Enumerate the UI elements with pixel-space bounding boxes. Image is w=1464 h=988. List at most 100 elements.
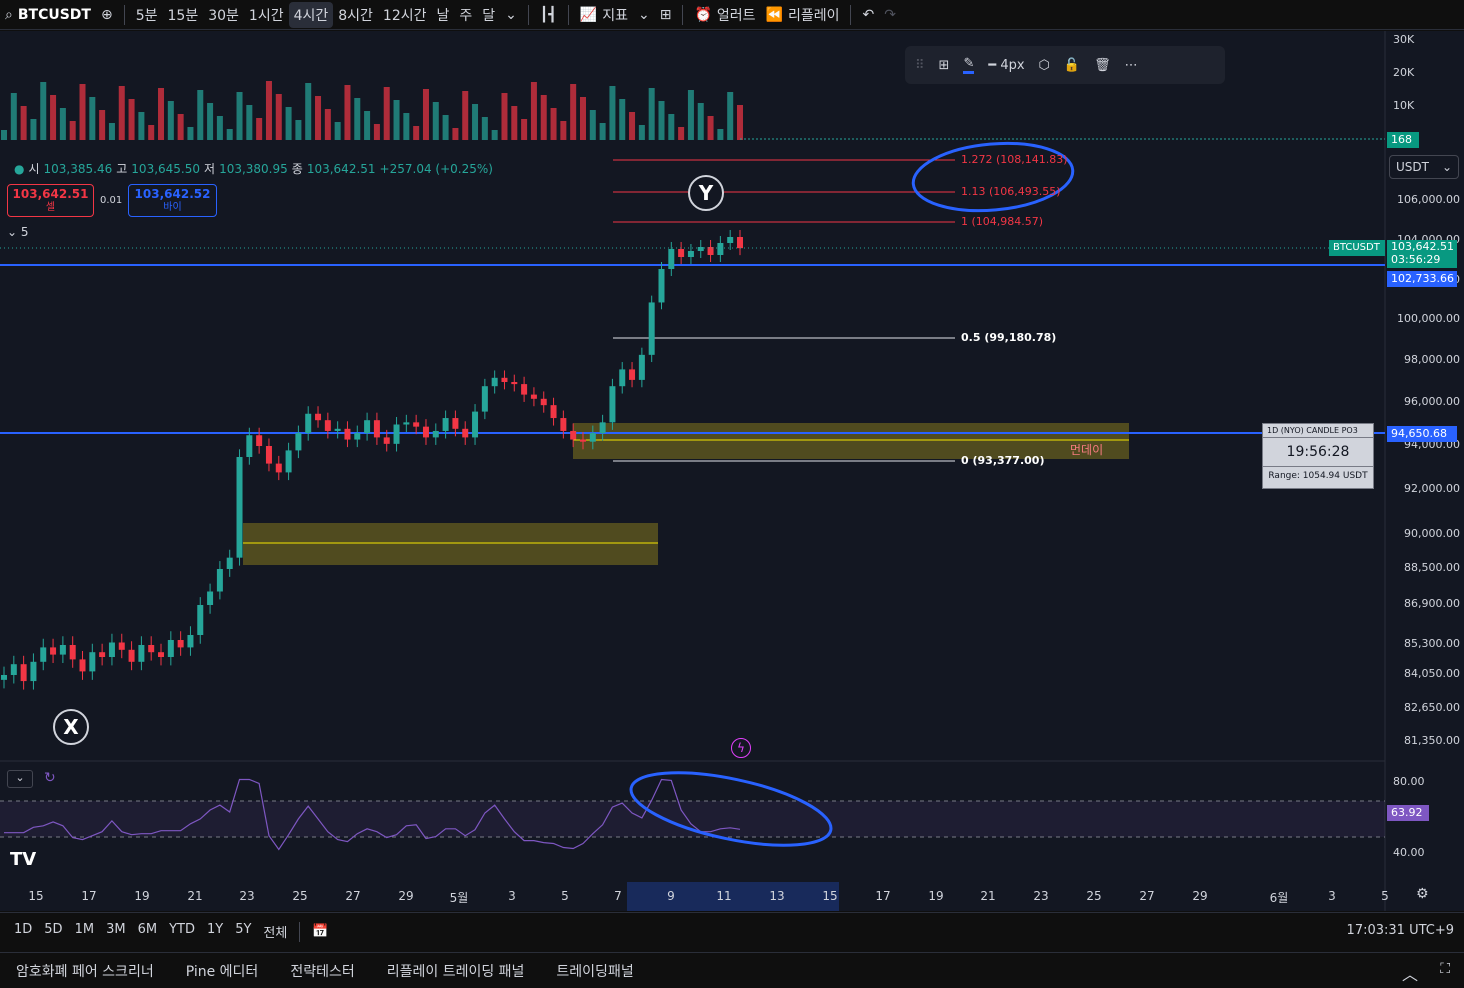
range-button[interactable]: 5D — [38, 922, 68, 941]
candle[interactable] — [158, 652, 165, 657]
symbol-search[interactable]: ⌕ BTCUSDT — [0, 4, 96, 26]
templates-icon[interactable]: ⊞ — [939, 58, 950, 73]
interval-button[interactable]: 4시간 — [288, 1, 334, 28]
wave-label-y[interactable]: Y — [688, 175, 724, 211]
candle[interactable] — [629, 369, 636, 380]
candle[interactable] — [236, 457, 243, 558]
candle[interactable] — [20, 664, 27, 682]
currency-select[interactable]: USDT ⌄ — [1389, 155, 1459, 179]
candle[interactable] — [511, 382, 518, 385]
candle[interactable] — [285, 450, 292, 473]
buy-button[interactable]: 103,642.52 바이 — [128, 184, 217, 217]
interval-button[interactable]: 1시간 — [244, 2, 289, 28]
range-button[interactable]: 5Y — [229, 922, 257, 941]
candle[interactable] — [256, 435, 263, 446]
wave-label-x[interactable]: X — [53, 709, 89, 745]
candle[interactable] — [717, 243, 724, 255]
candle[interactable] — [472, 411, 479, 438]
candle[interactable] — [99, 652, 106, 657]
candle[interactable] — [521, 384, 528, 395]
candle[interactable] — [324, 420, 331, 431]
lock-icon[interactable]: 🔓 — [1064, 58, 1080, 73]
candle[interactable] — [197, 605, 204, 635]
pencil-icon[interactable]: ✎ — [963, 56, 975, 74]
candle[interactable] — [619, 369, 626, 387]
alert-button[interactable]: ⏰ 얼러트 — [689, 2, 760, 28]
range-button[interactable]: 3M — [100, 922, 132, 941]
candle[interactable] — [187, 635, 194, 648]
drag-handle-icon[interactable]: ⠿ — [915, 58, 925, 73]
candle[interactable] — [275, 463, 282, 473]
candle[interactable] — [50, 647, 57, 655]
range-button[interactable]: YTD — [163, 922, 201, 941]
range-button[interactable]: 전체 — [257, 922, 293, 941]
panel-tab[interactable]: 트레이딩패널 — [540, 961, 649, 981]
candle[interactable] — [393, 424, 400, 444]
interval-button[interactable]: 12시간 — [378, 2, 432, 28]
candle[interactable] — [570, 430, 577, 440]
candle[interactable] — [59, 645, 66, 655]
panel-tab[interactable]: 리플레이 트레이딩 패널 — [371, 961, 541, 981]
candle[interactable] — [354, 433, 361, 440]
candle[interactable] — [737, 237, 743, 249]
range-button[interactable]: 1M — [69, 922, 101, 941]
candle[interactable] — [540, 398, 547, 406]
candle[interactable] — [1, 675, 7, 680]
candle[interactable] — [364, 420, 371, 434]
undo-button[interactable]: ↶ — [857, 4, 879, 26]
more-icon[interactable]: ⋯ — [1125, 58, 1138, 73]
candle[interactable] — [422, 426, 429, 438]
candle[interactable] — [10, 664, 17, 675]
candle[interactable] — [305, 413, 312, 434]
maximize-icon[interactable]: ⛶ — [1440, 961, 1450, 977]
candle[interactable] — [687, 251, 694, 257]
candle[interactable] — [118, 642, 125, 650]
legend-collapse-button[interactable]: ⌄ 5 — [7, 225, 35, 243]
candle[interactable] — [550, 405, 557, 419]
candle[interactable] — [30, 661, 37, 682]
candle[interactable] — [128, 649, 135, 662]
candle[interactable] — [383, 437, 390, 444]
candle[interactable] — [432, 430, 439, 438]
panel-tab[interactable]: Pine 에디터 — [170, 961, 275, 981]
indicators-dropdown[interactable]: ⌄ — [633, 4, 655, 26]
candle[interactable] — [658, 269, 665, 303]
range-button[interactable]: 1Y — [201, 922, 229, 941]
candle[interactable] — [344, 428, 351, 440]
candle[interactable] — [246, 435, 253, 457]
candle[interactable] — [609, 386, 616, 423]
settings-icon[interactable]: ⬡ — [1039, 58, 1050, 73]
candle[interactable] — [108, 642, 115, 658]
candle[interactable] — [560, 418, 567, 431]
axis-settings-icon[interactable]: ⚙ — [1416, 886, 1429, 902]
monday-zone[interactable] — [573, 423, 1129, 459]
chevron-up-icon[interactable]: ︿ — [1402, 961, 1418, 985]
range-button[interactable]: 1D — [8, 922, 38, 941]
candle[interactable] — [678, 249, 685, 257]
drawing-ellipse-top[interactable] — [910, 137, 1075, 217]
candle[interactable] — [599, 422, 606, 434]
range-button[interactable]: 6M — [132, 922, 164, 941]
candle[interactable] — [167, 640, 174, 657]
candle[interactable] — [138, 645, 145, 662]
candle[interactable] — [491, 377, 498, 387]
lightning-event-icon[interactable]: ϟ — [731, 738, 751, 758]
demand-zone[interactable] — [243, 523, 658, 565]
candle[interactable] — [579, 439, 586, 442]
candle[interactable] — [501, 377, 508, 382]
panel-tab[interactable]: 전략테스터 — [274, 961, 370, 981]
candle[interactable] — [589, 433, 596, 442]
candle[interactable] — [334, 428, 341, 431]
candle[interactable] — [648, 302, 655, 355]
candle[interactable] — [727, 237, 734, 243]
line-width-button[interactable]: ━ 4px — [988, 58, 1024, 73]
candle[interactable] — [40, 647, 47, 662]
candle[interactable] — [79, 659, 86, 672]
candle[interactable] — [207, 591, 214, 606]
candle[interactable] — [148, 645, 155, 653]
candle[interactable] — [373, 420, 380, 438]
chart-area[interactable]: ● 시 103,385.46 고 103,645.50 저 103,380.95 종1… — [0, 31, 1464, 911]
candle[interactable] — [69, 645, 76, 660]
candle[interactable] — [481, 386, 488, 412]
candle[interactable] — [442, 418, 449, 431]
